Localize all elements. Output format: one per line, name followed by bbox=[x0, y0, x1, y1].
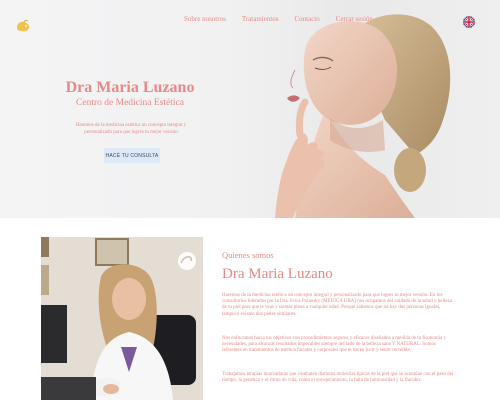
nav-link-sobre-nosotros[interactable]: Sobre nosotros bbox=[184, 15, 226, 23]
hero-model-image bbox=[275, 14, 451, 218]
hero-description: Haremos de la medicina estética un conce… bbox=[75, 123, 187, 135]
about-paragraph: Haremos de la medicina estética un conce… bbox=[222, 293, 452, 317]
doctor-photo bbox=[41, 237, 203, 400]
logo-icon[interactable] bbox=[15, 19, 31, 33]
hero-subtitle: Centro de Medicina Estética bbox=[76, 98, 184, 108]
consult-button[interactable]: HACÉ TU CONSULTA bbox=[104, 148, 160, 163]
about-title: Dra Maria Luzano bbox=[222, 266, 333, 282]
about-kicker: Quienes somos bbox=[222, 250, 274, 260]
hero-section: Sobre nosotros Tratamientos Contacto Cer… bbox=[0, 0, 500, 218]
hero-title: Dra Maria Luzano bbox=[65, 79, 195, 96]
about-paragraph: Trabajamos terapias innovadoras que comb… bbox=[222, 372, 454, 384]
about-paragraph: Nos enfocamos hacia tus objetivos con pr… bbox=[222, 336, 447, 354]
